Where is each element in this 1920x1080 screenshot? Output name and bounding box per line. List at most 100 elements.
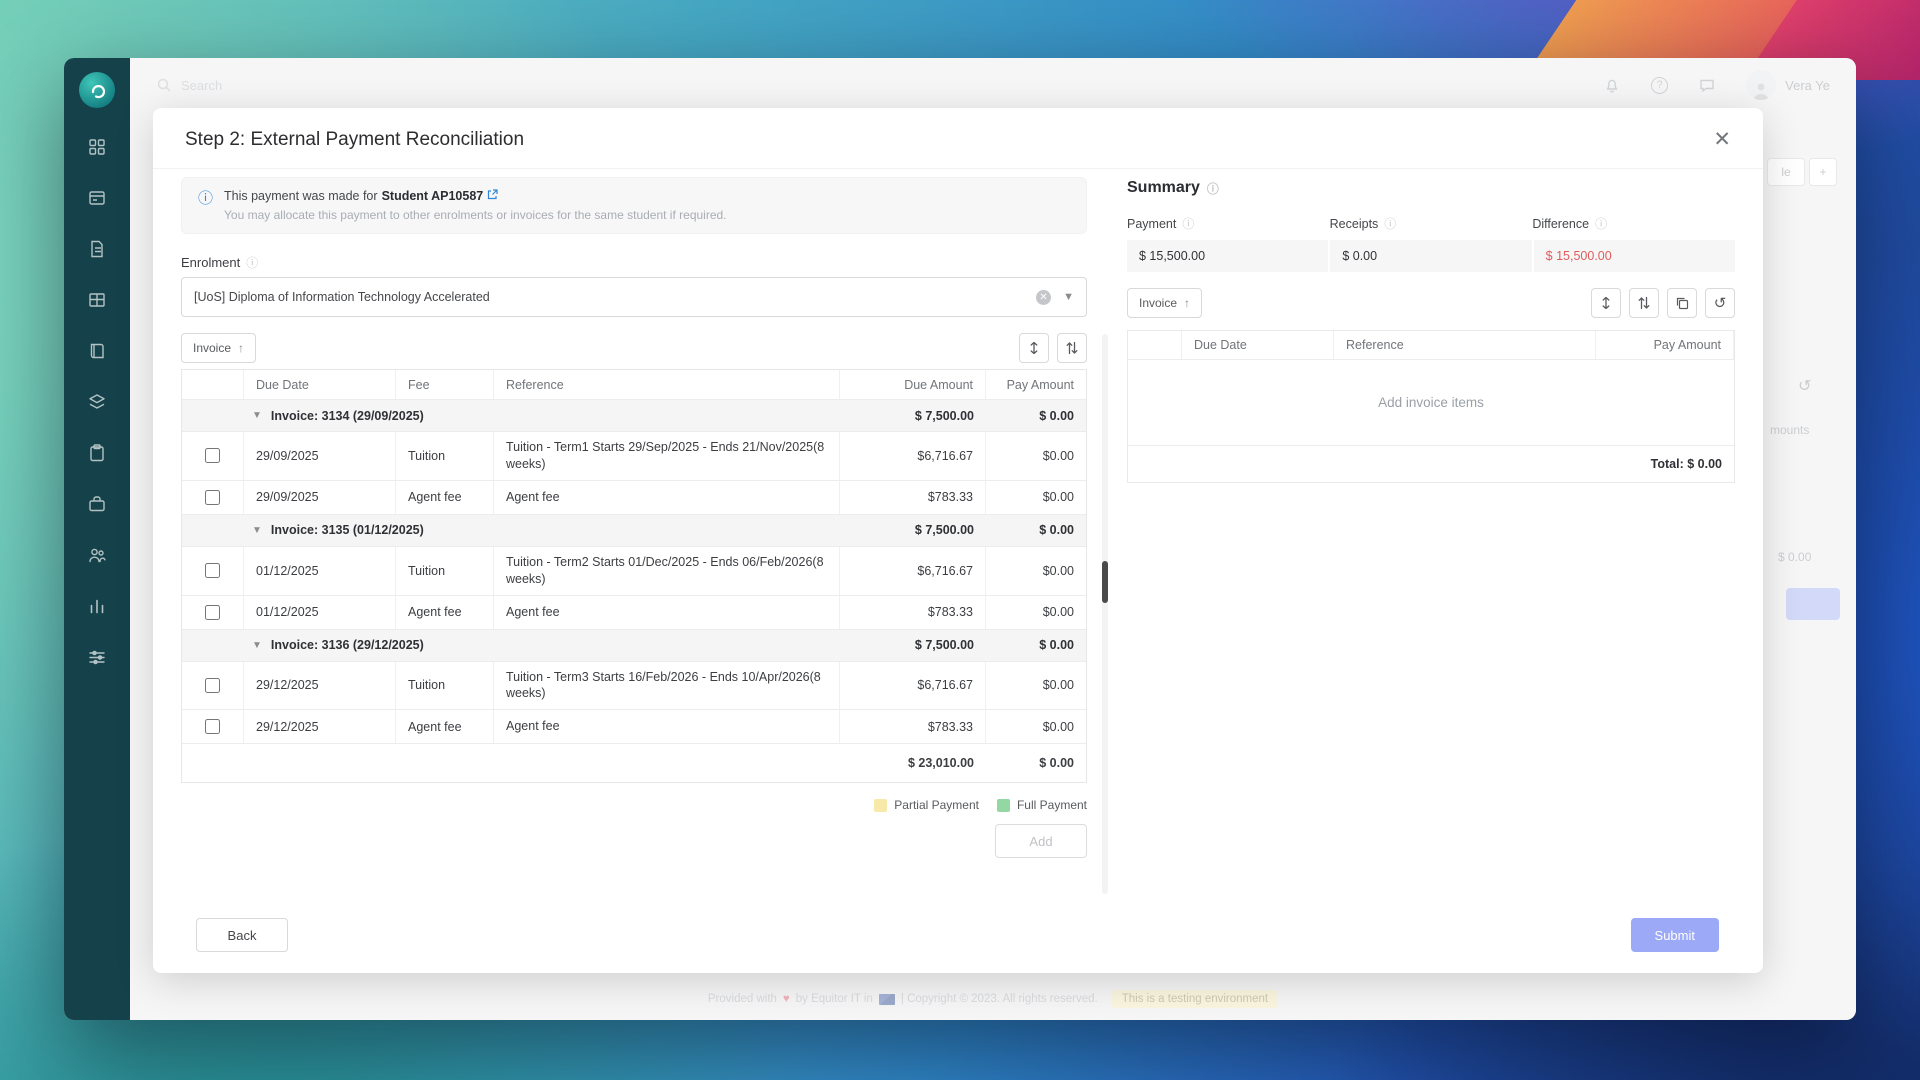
cell-due-date: 29/12/2025 bbox=[244, 661, 396, 711]
row-checkbox[interactable] bbox=[205, 604, 220, 620]
group-pay-amount: $ 0.00 bbox=[986, 630, 1086, 662]
group-due-amount: $ 7,500.00 bbox=[840, 515, 986, 547]
student-link[interactable]: Student AP10587 bbox=[382, 189, 484, 203]
summary-header-due-date: Due Date bbox=[1182, 331, 1334, 360]
cell-fee: Agent fee bbox=[396, 710, 494, 745]
invoice-items-table: Due Date Fee Reference Due Amount Pay Am… bbox=[181, 369, 1087, 784]
partial-payment-label: Partial Payment bbox=[894, 798, 979, 813]
sidebar-item-briefcase-icon[interactable] bbox=[80, 491, 114, 517]
info-line1: This payment was made for bbox=[224, 189, 378, 203]
summary-info-icon: ⓘ bbox=[1206, 181, 1219, 196]
summary-header-reference: Reference bbox=[1334, 331, 1596, 360]
invoice-item-row: 01/12/2025 Tuition Tuition - Term2 Start… bbox=[182, 546, 1086, 596]
cell-due-date: 29/12/2025 bbox=[244, 710, 396, 745]
row-checkbox[interactable] bbox=[205, 677, 220, 693]
sidebar-item-agents-icon[interactable] bbox=[80, 542, 114, 568]
cell-fee: Agent fee bbox=[396, 595, 494, 630]
cell-fee: Tuition bbox=[396, 546, 494, 596]
group-pay-amount: $ 0.00 bbox=[986, 515, 1086, 547]
group-pay-amount: $ 0.00 bbox=[986, 400, 1086, 432]
cell-pay-amount: $0.00 bbox=[986, 710, 1086, 745]
collapse-caret-icon[interactable]: ▼ bbox=[252, 640, 262, 651]
allocation-pane: ⓘ This payment was made for Student AP105… bbox=[181, 169, 1087, 918]
payment-info-icon: ⓘ bbox=[1182, 217, 1195, 231]
cell-due-date: 01/12/2025 bbox=[244, 546, 396, 596]
cell-due-amount: $783.33 bbox=[840, 710, 986, 745]
sidebar-item-reports-icon[interactable] bbox=[80, 593, 114, 619]
header-pay-amount: Pay Amount bbox=[986, 370, 1086, 400]
cell-reference: Agent fee bbox=[494, 595, 840, 630]
close-icon[interactable]: ✕ bbox=[1707, 127, 1737, 152]
cell-reference: Agent fee bbox=[494, 710, 840, 745]
collapse-caret-icon[interactable]: ▼ bbox=[252, 525, 262, 536]
invoice-sort-chip[interactable]: Invoice ↑ bbox=[181, 333, 257, 363]
sidebar-item-tables-icon[interactable] bbox=[80, 287, 114, 313]
payment-label: Payment bbox=[1127, 216, 1177, 231]
partial-payment-swatch bbox=[874, 798, 888, 812]
table-total-row: $ 23,010.00 $ 0.00 bbox=[182, 744, 1086, 782]
copy-button[interactable] bbox=[1667, 288, 1697, 318]
app-logo[interactable] bbox=[79, 72, 115, 108]
expand-all-button[interactable] bbox=[1019, 333, 1049, 363]
collapse-caret-icon[interactable]: ▼ bbox=[252, 410, 262, 421]
summary-collapse-all-button[interactable] bbox=[1629, 288, 1659, 318]
cell-fee: Tuition bbox=[396, 432, 494, 481]
submit-button[interactable]: Submit bbox=[1630, 918, 1719, 952]
cell-fee: Tuition bbox=[396, 661, 494, 711]
reconciliation-modal: Step 2: External Payment Reconciliation … bbox=[153, 108, 1763, 973]
summary-invoice-sort-chip[interactable]: Invoice ↑ bbox=[1127, 288, 1203, 318]
sidebar-item-settings-icon[interactable] bbox=[80, 644, 114, 670]
group-due-amount: $ 7,500.00 bbox=[840, 400, 986, 432]
receipts-info-icon: ⓘ bbox=[1384, 217, 1397, 231]
invoice-item-row: 29/12/2025 Tuition Tuition - Term3 Start… bbox=[182, 661, 1086, 711]
row-checkbox[interactable] bbox=[205, 489, 220, 505]
summary-total: Total: $ 0.00 bbox=[1650, 457, 1722, 471]
sort-asc-icon: ↑ bbox=[1184, 296, 1191, 310]
payment-legend: Partial Payment Full Payment bbox=[181, 798, 1087, 812]
sidebar-item-dashboard-icon[interactable] bbox=[80, 134, 114, 160]
full-payment-label: Full Payment bbox=[1016, 798, 1087, 813]
full-payment-swatch bbox=[996, 798, 1010, 812]
group-due-amount: $ 7,500.00 bbox=[840, 630, 986, 662]
cell-pay-amount: $0.00 bbox=[986, 596, 1086, 630]
sidebar-item-courses-icon[interactable] bbox=[80, 389, 114, 415]
row-checkbox[interactable] bbox=[205, 719, 220, 735]
invoice-group-title: Invoice: 3135 (01/12/2025) bbox=[270, 523, 424, 538]
cell-reference: Tuition - Term2 Starts 01/Dec/2025 - End… bbox=[494, 546, 840, 596]
receipts-value: $ 0.00 bbox=[1330, 240, 1532, 272]
collapse-all-button[interactable] bbox=[1057, 333, 1087, 363]
cell-due-date: 01/12/2025 bbox=[244, 595, 396, 630]
sidebar-item-book-icon[interactable] bbox=[80, 338, 114, 364]
invoice-group-row: ▼ Invoice: 3135 (01/12/2025) $ 7,500.00 … bbox=[182, 514, 1086, 547]
receipts-label: Receipts bbox=[1329, 216, 1379, 231]
external-link-icon bbox=[487, 189, 498, 203]
pane-scrollbar-thumb[interactable] bbox=[1102, 561, 1108, 603]
summary-table: Due Date Reference Pay Amount Add invoic… bbox=[1127, 330, 1735, 483]
cell-reference: Tuition - Term3 Starts 16/Feb/2026 - End… bbox=[494, 661, 840, 711]
summary-pane: Summary ⓘ Payment ⓘ Receipts ⓘ Difference ⓘ… bbox=[1127, 169, 1735, 918]
row-checkbox[interactable] bbox=[205, 563, 220, 579]
sidebar-nav bbox=[80, 134, 114, 670]
modal-header: Step 2: External Payment Reconciliation … bbox=[153, 108, 1763, 169]
summary-header-pay-amount: Pay Amount bbox=[1596, 331, 1734, 360]
total-pay-amount: $ 0.00 bbox=[1039, 756, 1074, 771]
sidebar-item-documents-icon[interactable] bbox=[80, 236, 114, 262]
sort-asc-icon: ↑ bbox=[238, 341, 245, 355]
invoice-item-row: 01/12/2025 Agent fee Agent fee $783.33 $… bbox=[182, 595, 1086, 630]
sidebar-item-clipboard-icon[interactable] bbox=[80, 440, 114, 466]
cell-due-amount: $783.33 bbox=[840, 480, 986, 515]
back-button[interactable]: Back bbox=[196, 918, 288, 952]
cell-due-amount: $783.33 bbox=[840, 595, 986, 630]
add-button[interactable]: Add bbox=[995, 824, 1087, 859]
difference-value: $ 15,500.00 bbox=[1533, 240, 1735, 272]
invoice-group-title: Invoice: 3136 (29/12/2025) bbox=[270, 638, 424, 652]
history-button[interactable]: ↺ bbox=[1705, 288, 1735, 318]
clear-selection-icon[interactable]: ✕ bbox=[1036, 289, 1052, 305]
modal-body: ⓘ This payment was made for Student AP105… bbox=[153, 169, 1763, 918]
row-checkbox[interactable] bbox=[205, 448, 220, 464]
sidebar-item-invoices-icon[interactable] bbox=[80, 185, 114, 211]
cell-fee: Agent fee bbox=[396, 480, 494, 515]
summary-expand-all-button[interactable] bbox=[1591, 288, 1621, 318]
enrolment-select[interactable]: [UoS] Diploma of Information Technology … bbox=[181, 277, 1087, 317]
cell-due-date: 29/09/2025 bbox=[244, 480, 396, 515]
